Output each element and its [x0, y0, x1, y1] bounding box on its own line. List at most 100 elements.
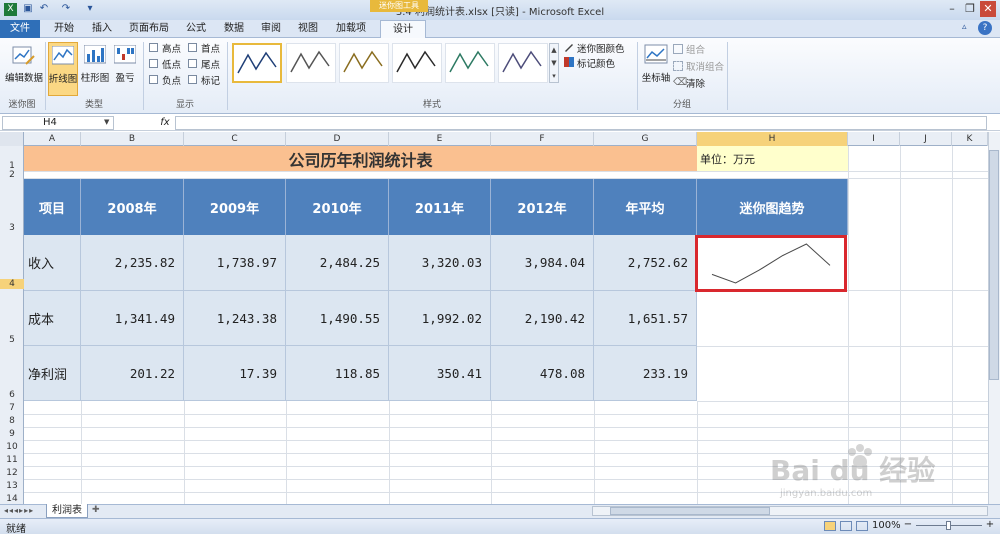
page-break-view-icon[interactable]	[856, 521, 868, 531]
normal-view-icon[interactable]	[824, 521, 836, 531]
column-header-a[interactable]: A	[24, 132, 81, 146]
header-cell-2011[interactable]: 2011年	[389, 179, 491, 235]
tab-page-layout[interactable]: 页面布局	[122, 20, 176, 38]
row-header-11[interactable]: 11	[0, 455, 24, 465]
header-cell-item[interactable]: 项目	[24, 179, 81, 235]
style-gallery-scroll[interactable]: ▲ ▼ ▾	[549, 43, 559, 83]
profit-2011-cell[interactable]: 350.41	[389, 346, 491, 401]
style-swatch-4[interactable]	[392, 43, 442, 83]
close-icon[interactable]: ✕	[980, 1, 996, 17]
column-header-h[interactable]: H	[697, 132, 848, 146]
tab-file[interactable]: 文件	[0, 20, 40, 38]
clear-button[interactable]: 清除	[686, 76, 705, 90]
cost-average-cell[interactable]: 1,651.57	[594, 291, 697, 346]
profit-2008-cell[interactable]: 201.22	[81, 346, 184, 401]
column-header-c[interactable]: C	[184, 132, 286, 146]
column-header-b[interactable]: B	[81, 132, 184, 146]
marker-color-button[interactable]: 标记颜色	[577, 56, 615, 70]
minimize-icon[interactable]: –	[944, 1, 960, 17]
tab-design[interactable]: 设计	[380, 20, 426, 38]
row-header-8[interactable]: 8	[0, 416, 24, 426]
style-swatch-6[interactable]	[498, 43, 548, 83]
formula-input[interactable]	[175, 116, 987, 130]
cost-2009-cell[interactable]: 1,243.38	[184, 291, 286, 346]
name-box-dropdown-icon[interactable]: ▼	[104, 118, 112, 128]
page-layout-view-icon[interactable]	[840, 521, 852, 531]
row-header-12[interactable]: 12	[0, 468, 24, 478]
row-header-3[interactable]: 3	[0, 223, 24, 233]
column-header-f[interactable]: F	[491, 132, 594, 146]
minimize-ribbon-icon[interactable]: ▵	[962, 22, 974, 34]
axis-button[interactable]: 坐标轴	[640, 42, 672, 96]
style-swatch-5[interactable]	[445, 43, 495, 83]
cost-2011-cell[interactable]: 1,992.02	[389, 291, 491, 346]
header-cell-sparkline[interactable]: 迷你图趋势	[697, 179, 848, 235]
unit-cell[interactable]: 单位：万元	[697, 146, 848, 171]
cost-2008-cell[interactable]: 1,341.49	[81, 291, 184, 346]
row-header-7[interactable]: 7	[0, 403, 24, 413]
profit-2012-cell[interactable]: 478.08	[491, 346, 594, 401]
restore-icon[interactable]: ❐	[962, 1, 978, 17]
revenue-2010-cell[interactable]: 2,484.25	[286, 235, 389, 291]
winloss-type-button[interactable]: 盈亏	[112, 42, 138, 96]
sheet-tab-profit[interactable]: 利润表	[46, 504, 88, 518]
negative-point-checkbox[interactable]	[149, 75, 158, 84]
cost-2010-cell[interactable]: 1,490.55	[286, 291, 389, 346]
revenue-2012-cell[interactable]: 3,984.04	[491, 235, 594, 291]
profit-average-cell[interactable]: 233.19	[594, 346, 697, 401]
vertical-scroll-thumb[interactable]	[989, 150, 999, 380]
sparkline-cell[interactable]	[695, 235, 847, 292]
header-cell-average[interactable]: 年平均	[594, 179, 697, 235]
column-header-d[interactable]: D	[286, 132, 389, 146]
row-label-revenue[interactable]: 收入	[24, 235, 81, 291]
new-sheet-icon[interactable]: ✚	[92, 505, 106, 517]
tab-home[interactable]: 开始	[46, 20, 82, 38]
header-cell-2008[interactable]: 2008年	[81, 179, 184, 235]
style-swatch-3[interactable]	[339, 43, 389, 83]
row-label-cost[interactable]: 成本	[24, 291, 81, 346]
tab-formulas[interactable]: 公式	[178, 20, 214, 38]
first-point-checkbox[interactable]	[188, 43, 197, 52]
header-cell-2010[interactable]: 2010年	[286, 179, 389, 235]
revenue-2011-cell[interactable]: 3,320.03	[389, 235, 491, 291]
select-all-button[interactable]	[0, 132, 24, 146]
sheet-title-cell[interactable]: 公司历年利润统计表	[24, 146, 697, 171]
cost-2012-cell[interactable]: 2,190.42	[491, 291, 594, 346]
sheet-nav-arrows-icon[interactable]: ◂◂◂▸▸▸	[4, 506, 44, 516]
style-swatch-2[interactable]	[286, 43, 336, 83]
tab-data[interactable]: 数据	[216, 20, 252, 38]
help-icon[interactable]: ?	[978, 21, 992, 35]
zoom-level[interactable]: 100%	[872, 520, 901, 531]
row-header-9[interactable]: 9	[0, 429, 24, 439]
ungroup-button[interactable]: 取消组合	[686, 59, 724, 73]
insert-function-button[interactable]: fx	[158, 116, 172, 130]
row-header-14[interactable]: 14	[0, 494, 24, 504]
profit-2009-cell[interactable]: 17.39	[184, 346, 286, 401]
revenue-2008-cell[interactable]: 2,235.82	[81, 235, 184, 291]
row-header-13[interactable]: 13	[0, 481, 24, 491]
tab-addins[interactable]: 加载项	[330, 20, 372, 38]
row-header-4[interactable]: 4	[0, 279, 24, 289]
zoom-slider-thumb[interactable]	[946, 521, 951, 530]
low-point-checkbox[interactable]	[149, 59, 158, 68]
tab-view[interactable]: 视图	[290, 20, 326, 38]
sparkline-color-button[interactable]: 迷你图颜色	[577, 41, 625, 55]
markers-checkbox[interactable]	[188, 75, 197, 84]
zoom-in-icon[interactable]: +	[984, 519, 996, 531]
row-label-net-profit[interactable]: 净利润	[24, 346, 81, 401]
zoom-out-icon[interactable]: −	[902, 519, 914, 531]
last-point-checkbox[interactable]	[188, 59, 197, 68]
column-header-g[interactable]: G	[594, 132, 697, 146]
header-cell-2012[interactable]: 2012年	[491, 179, 594, 235]
column-type-button[interactable]: 柱形图	[80, 42, 110, 96]
high-point-checkbox[interactable]	[149, 43, 158, 52]
header-cell-2009[interactable]: 2009年	[184, 179, 286, 235]
line-type-button[interactable]: 折线图	[48, 42, 78, 96]
tab-review[interactable]: 审阅	[254, 20, 288, 38]
row-header-2[interactable]: 2	[0, 170, 24, 180]
horizontal-scroll-thumb[interactable]	[610, 507, 770, 515]
column-header-j[interactable]: J	[900, 132, 952, 146]
column-header-i[interactable]: I	[848, 132, 900, 146]
tab-insert[interactable]: 插入	[84, 20, 120, 38]
style-swatch-1[interactable]	[232, 43, 282, 83]
